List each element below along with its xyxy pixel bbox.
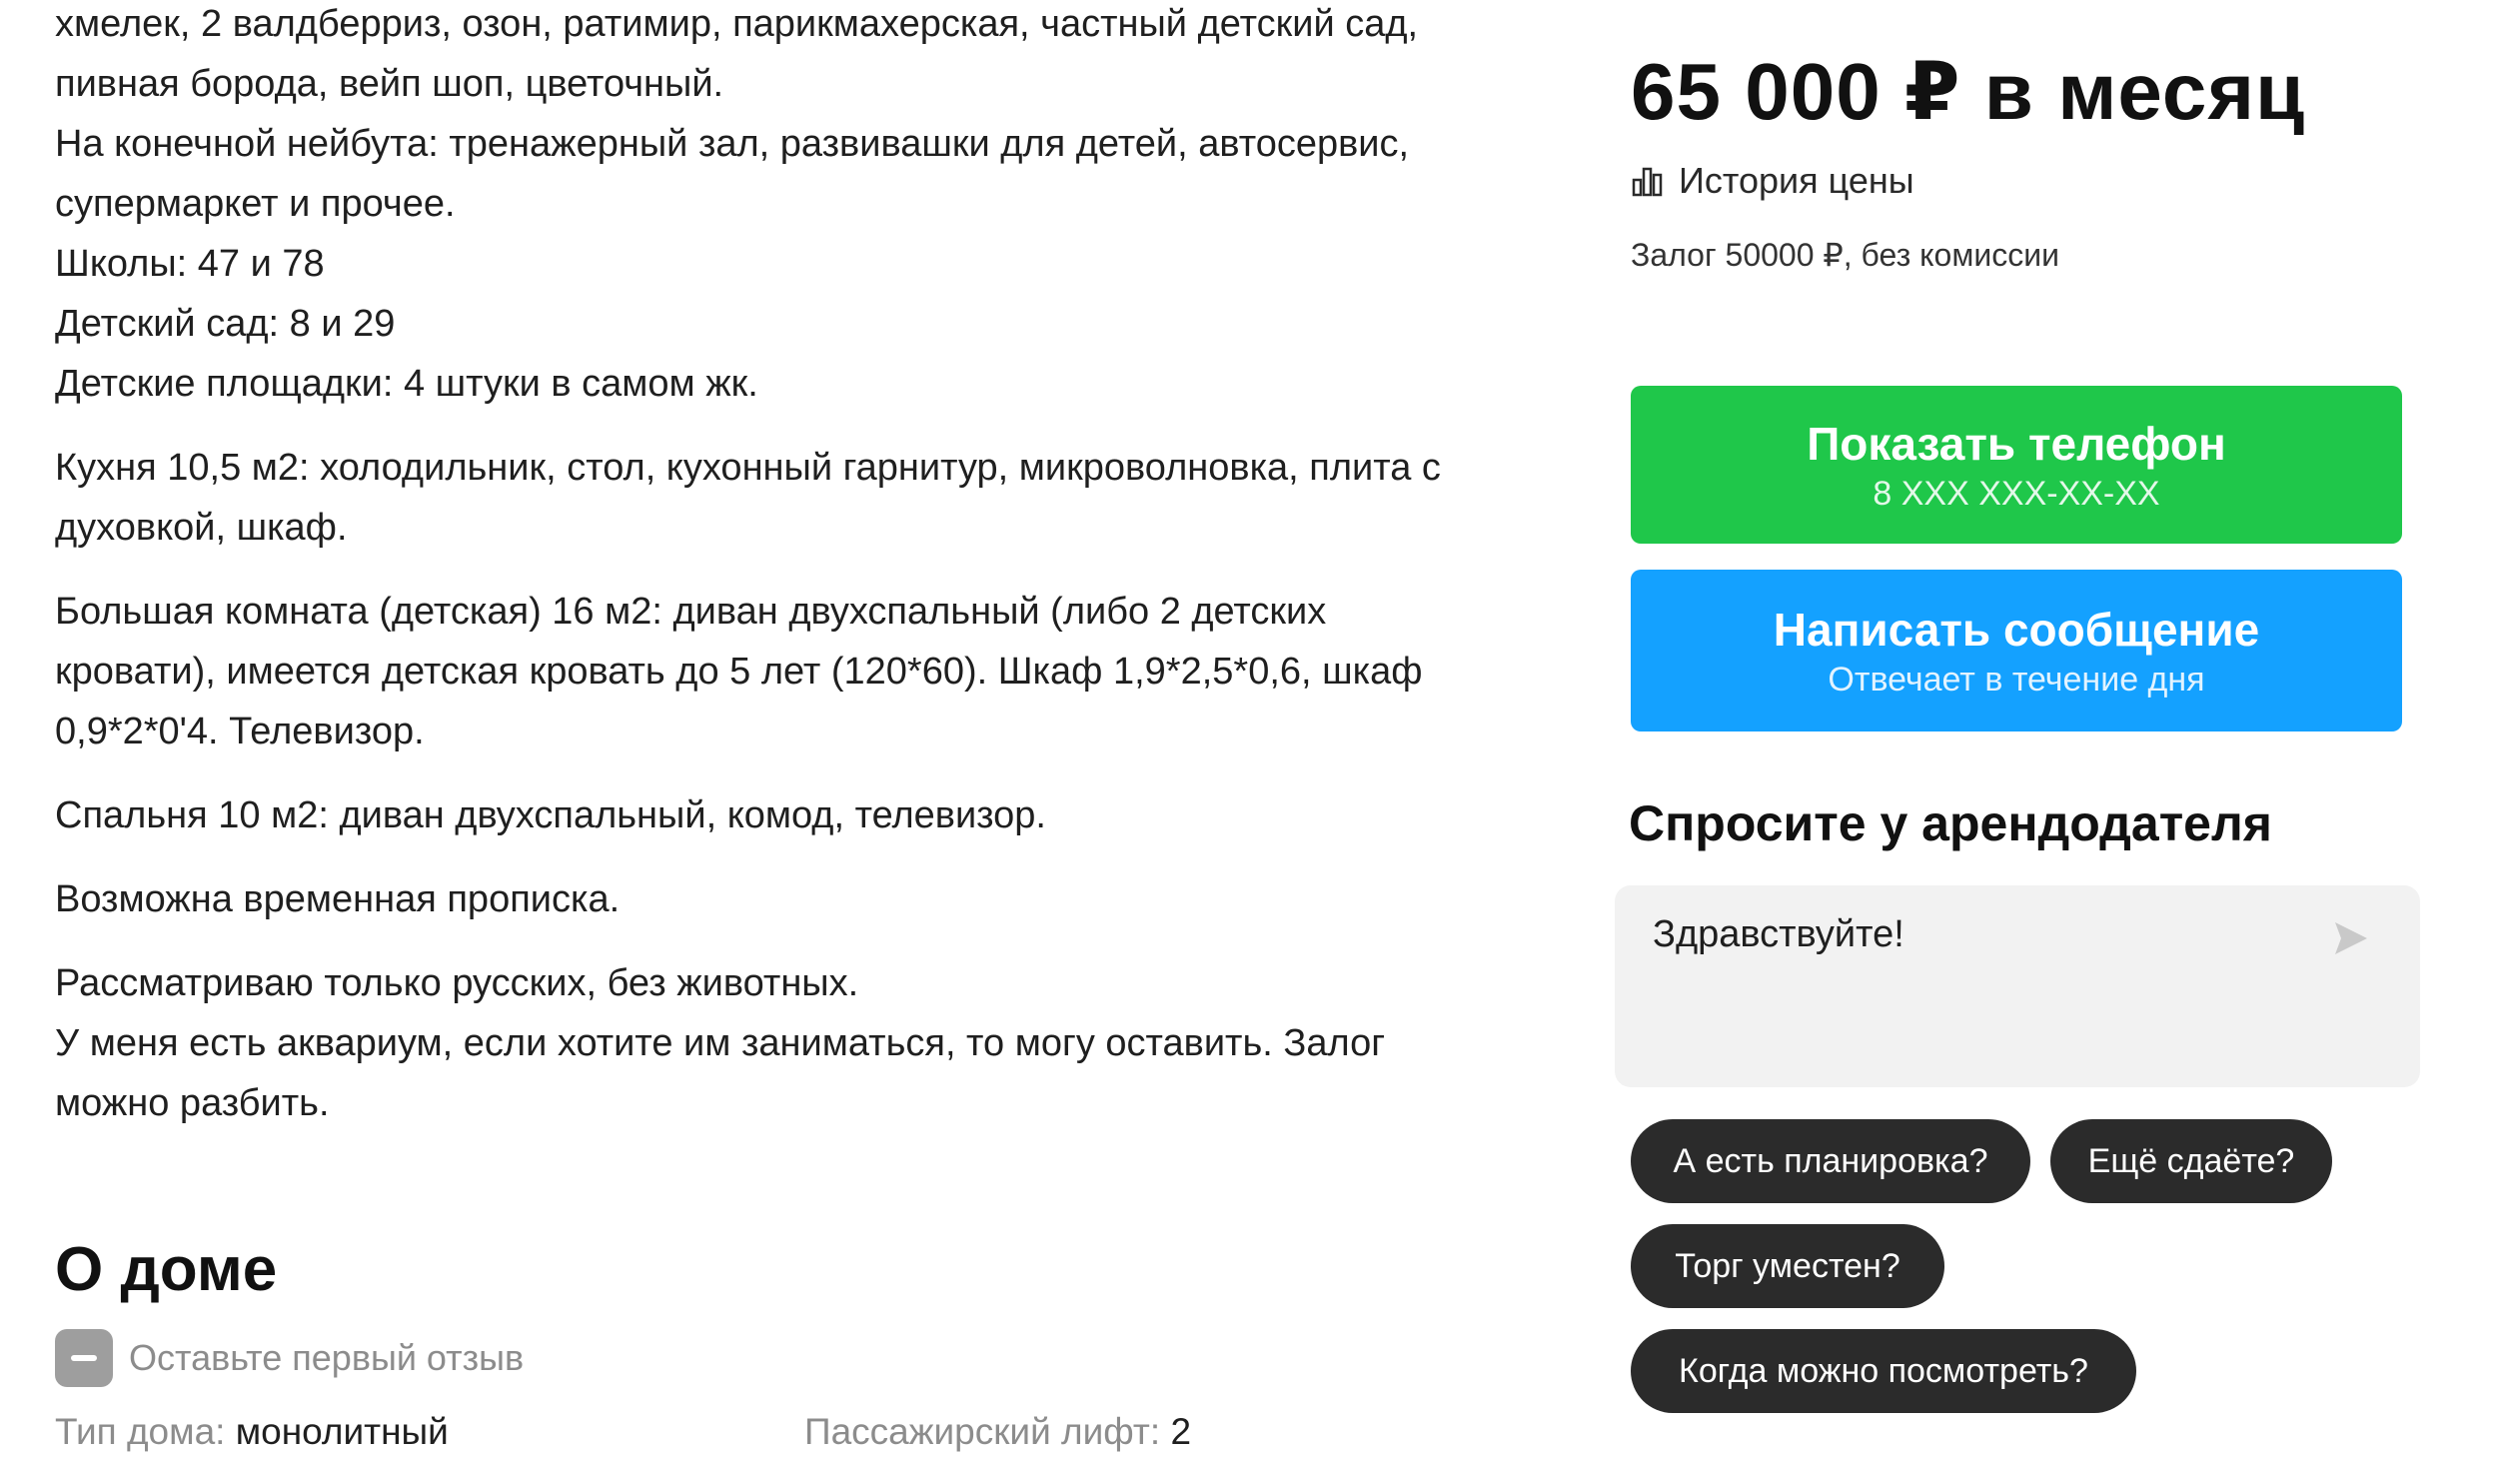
description-line: На конечной нейбута: тренажерный зал, ра… xyxy=(55,123,1410,165)
description-line: Большая комната (детская) 16 м2: диван д… xyxy=(55,591,1327,633)
quick-question-chip[interactable]: Ещё сдаёте? xyxy=(2050,1119,2332,1203)
description-line: Спальня 10 м2: диван двухспальный, комод… xyxy=(55,794,1046,836)
chart-bars-icon xyxy=(1632,167,1663,197)
rent-price: 65 000 ₽ в месяц xyxy=(1631,47,2306,136)
description-line: Возможна временная прописка. xyxy=(55,878,621,920)
house-type-fact: Тип дома: монолитный xyxy=(55,1411,449,1453)
description-line: хмелек, 2 валдберриз, озон, ратимир, пар… xyxy=(55,3,1419,45)
description-line: Рассматриваю только русских, без животны… xyxy=(55,962,859,1004)
description-line: можно разбить. xyxy=(55,1082,330,1124)
ask-landlord-title: Спросите у арендодателя xyxy=(1629,795,2272,851)
lift-value: 2 xyxy=(1170,1411,1192,1452)
description-line: У меня есть аквариум, если хотите им зан… xyxy=(55,1022,1386,1064)
description-line: Детские площадки: 4 штуки в самом жк. xyxy=(55,363,758,405)
write-message-button[interactable]: Написать сообщение Отвечает в течение дн… xyxy=(1631,570,2402,731)
lift-fact: Пассажирский лифт: 2 xyxy=(804,1411,1191,1453)
house-type-value: монолитный xyxy=(235,1411,449,1452)
minus-badge-icon xyxy=(55,1329,113,1387)
send-arrow-icon[interactable] xyxy=(2330,917,2372,959)
message-box xyxy=(1615,885,2420,1087)
message-input[interactable] xyxy=(1653,913,2312,956)
phone-mask: 8 XXX XXX-XX-XX xyxy=(1873,474,2160,513)
show-phone-button[interactable]: Показать телефон 8 XXX XXX-XX-XX xyxy=(1631,386,2402,544)
house-type-label: Тип дома: xyxy=(55,1411,226,1452)
description-line: кровати), имеется детская кровать до 5 л… xyxy=(55,651,1423,693)
deposit-info: Залог 50000 ₽, без комиссии xyxy=(1631,237,2059,273)
description-line: Детский сад: 8 и 29 xyxy=(55,303,396,345)
price-history-label: История цены xyxy=(1679,160,1914,201)
description-line: супермаркет и прочее. xyxy=(55,183,456,225)
response-time: Отвечает в течение дня xyxy=(1828,660,2205,699)
description-line: духовкой, шкаф. xyxy=(55,507,348,549)
description-line: пивная борода, вейп шоп, цветочный. xyxy=(55,63,724,105)
write-message-label: Написать сообщение xyxy=(1773,603,2260,656)
description-line: Школы: 47 и 78 xyxy=(55,243,325,285)
price-history-link[interactable]: История цены xyxy=(1631,160,1914,202)
first-review-link[interactable]: Оставьте первый отзыв xyxy=(55,1329,524,1387)
about-house-title: О доме xyxy=(55,1235,278,1304)
description-line: Кухня 10,5 м2: холодильник, стол, кухонн… xyxy=(55,447,1441,489)
quick-question-chip[interactable]: А есть планировка? xyxy=(1631,1119,2030,1203)
review-link-label: Оставьте первый отзыв xyxy=(129,1337,525,1378)
listing-description: хмелек, 2 валдберриз, озон, ратимир, пар… xyxy=(55,0,1534,1133)
quick-question-chip[interactable]: Торг уместен? xyxy=(1631,1224,1944,1308)
description-line: 0,9*2*0'4. Телевизор. xyxy=(55,711,425,752)
lift-label: Пассажирский лифт: xyxy=(804,1411,1161,1452)
quick-question-chip[interactable]: Когда можно посмотреть? xyxy=(1631,1329,2136,1413)
show-phone-label: Показать телефон xyxy=(1807,417,2226,470)
